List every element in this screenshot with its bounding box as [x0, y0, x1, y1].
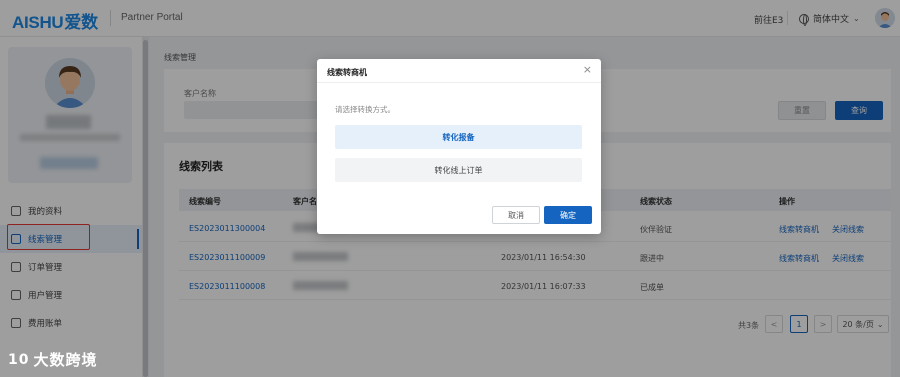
dialog-hint: 请选择转换方式。 [335, 105, 395, 114]
confirm-button[interactable]: 确定 [544, 206, 592, 224]
convert-report-option[interactable]: 转化报备 [335, 125, 582, 149]
watermark-text: 大数跨境 [33, 351, 98, 369]
close-icon[interactable]: × [583, 64, 592, 76]
dialog-title: 线索转商机 [327, 68, 367, 77]
convert-lead-dialog: 线索转商机 × 请选择转换方式。 转化报备 转化线上订单 取消 确定 [317, 59, 601, 234]
cancel-button[interactable]: 取消 [492, 206, 540, 224]
watermark-logo: 10 [8, 351, 30, 368]
watermark: 10 大数跨境 [8, 349, 98, 370]
dialog-header: 线索转商机 × [317, 59, 601, 83]
convert-online-order-option[interactable]: 转化线上订单 [335, 158, 582, 182]
